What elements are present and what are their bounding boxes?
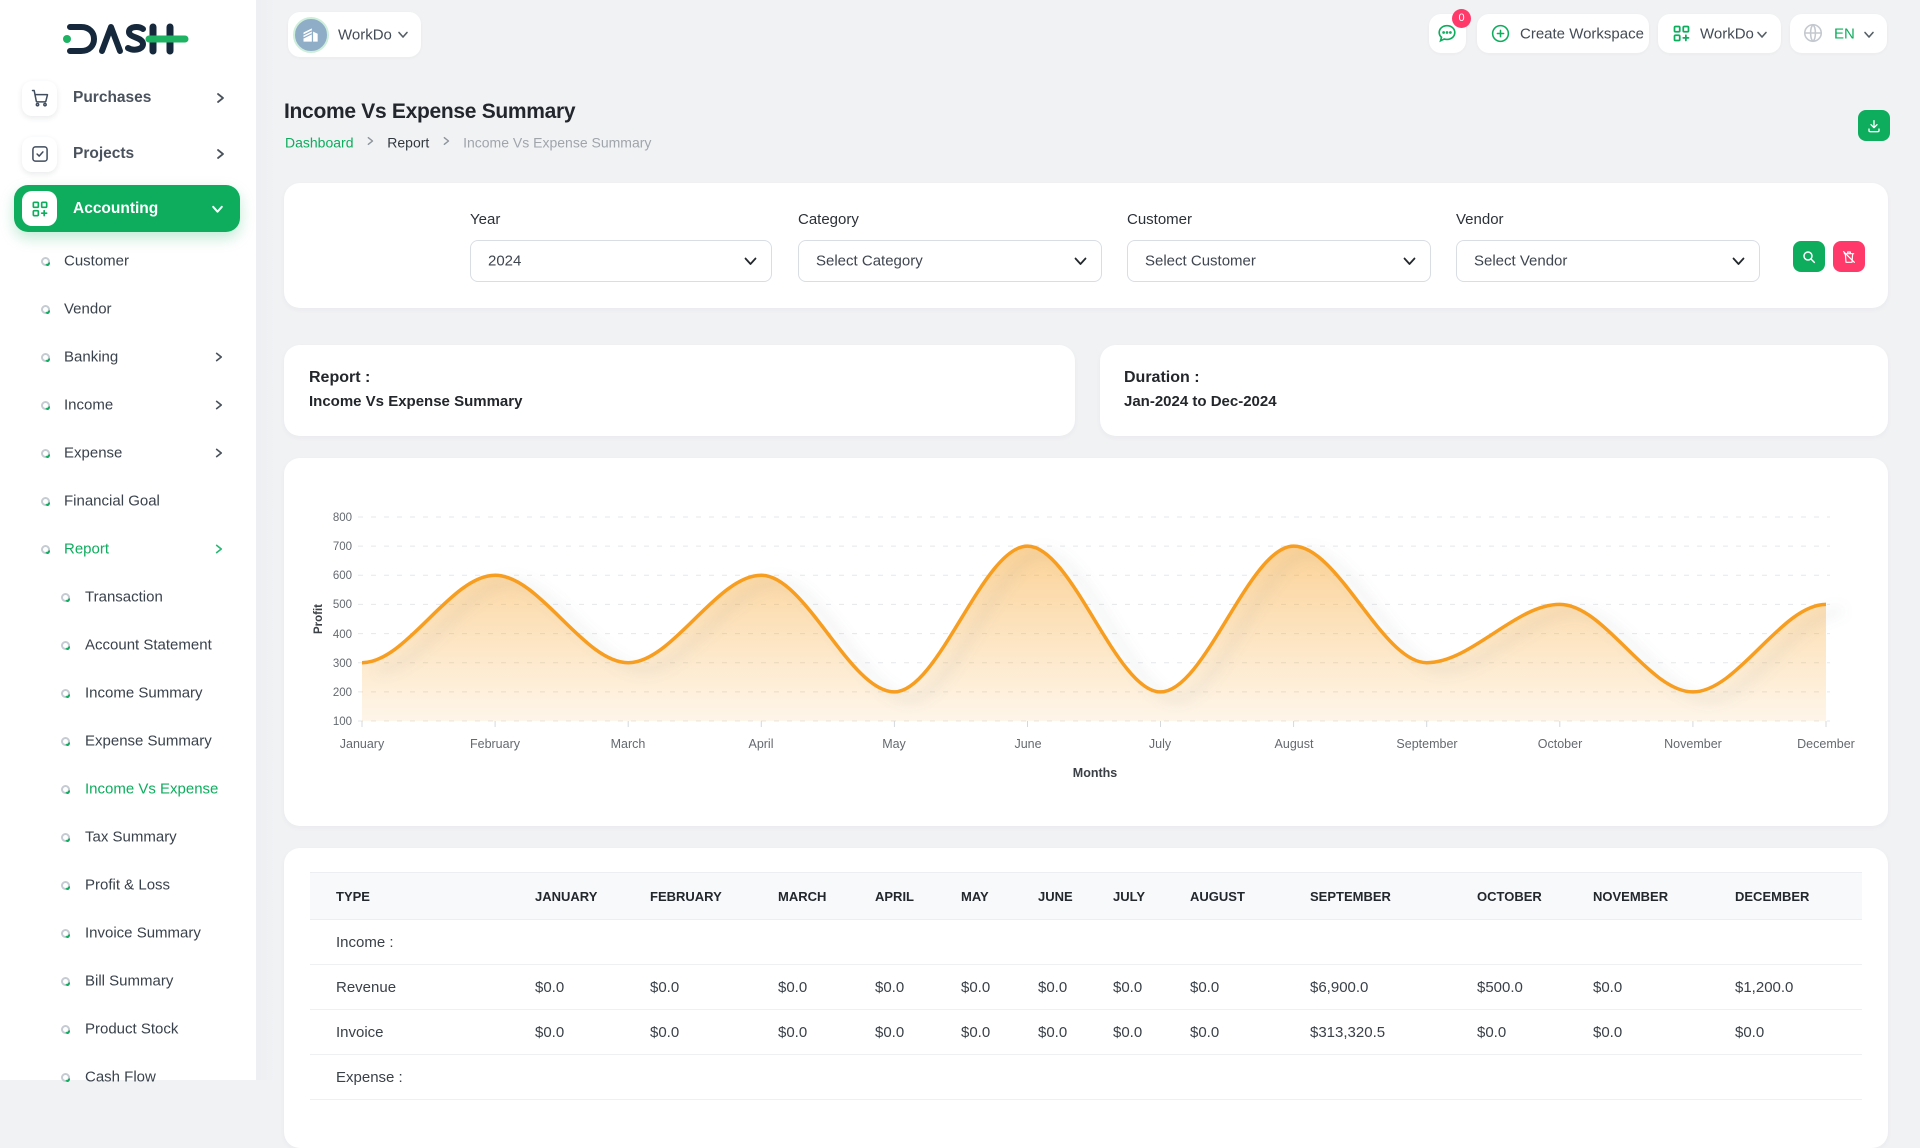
svg-text:200: 200 [333, 687, 352, 699]
svg-text:November: November [1664, 737, 1722, 751]
svg-text:800: 800 [333, 512, 352, 524]
svg-text:Months: Months [1073, 766, 1117, 780]
svg-text:May: May [882, 737, 906, 751]
svg-text:December: December [1797, 737, 1855, 751]
svg-text:July: July [1149, 737, 1172, 751]
svg-text:600: 600 [333, 570, 352, 582]
svg-text:January: January [340, 737, 385, 751]
svg-text:March: March [611, 737, 646, 751]
svg-text:June: June [1014, 737, 1041, 751]
svg-text:August: August [1275, 737, 1314, 751]
svg-text:400: 400 [333, 629, 352, 641]
svg-text:300: 300 [333, 658, 352, 670]
svg-text:100: 100 [333, 716, 352, 728]
svg-text:September: September [1396, 737, 1457, 751]
svg-text:500: 500 [333, 599, 352, 611]
svg-text:700: 700 [333, 541, 352, 553]
svg-text:February: February [470, 737, 521, 751]
svg-text:October: October [1538, 737, 1582, 751]
svg-text:April: April [748, 737, 773, 751]
svg-text:Profit: Profit [313, 604, 325, 634]
